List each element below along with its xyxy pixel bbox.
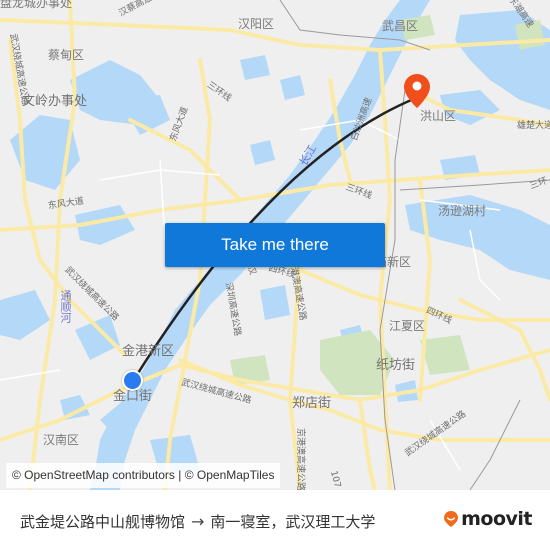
map-label-wuchang: 武昌区 xyxy=(382,19,419,33)
water-label-tongshun: 通顺河 xyxy=(59,290,72,323)
map-label-hanyang: 汉阳区 xyxy=(238,17,275,31)
road-label-xiongchu: 雄楚大道 xyxy=(517,121,550,131)
map-label-jinkou: 金口街 xyxy=(113,389,153,404)
destination-pin-icon[interactable] xyxy=(403,73,431,109)
map-label-jingang: 金港新区 xyxy=(122,344,175,359)
map-attribution[interactable]: © OpenStreetMap contributors | © OpenMap… xyxy=(6,463,281,488)
route-footer: 武金堤公路中山舰博物馆 → 南一寝室，武汉理工大学 moovit xyxy=(0,490,550,550)
map-label-caidian: 蔡甸区 xyxy=(48,48,85,62)
moovit-logo[interactable]: moovit xyxy=(443,508,532,530)
moovit-wordmark: moovit xyxy=(461,508,532,530)
moovit-pin-icon xyxy=(444,511,459,527)
map-label-jiangxia: 江夏区 xyxy=(389,319,426,333)
map-view[interactable]: 盘龙城办事处 蔡甸区 文岭办事处 汉阳区 武昌区 洪山区 金港新区 金口街 汉南… xyxy=(0,0,550,490)
map-label-hannan: 汉南区 xyxy=(43,433,80,447)
arrow-right-icon: → xyxy=(191,512,205,531)
take-me-there-button[interactable]: Take me there xyxy=(165,223,385,267)
map-label-tangxun: 汤逊湖村 xyxy=(438,204,487,218)
route-summary: 武金堤公路中山舰博物馆 → 南一寝室，武汉理工大学 xyxy=(20,511,375,532)
road-label-jinggang: 京港澳高速公路 xyxy=(295,427,306,490)
map-label-zhifang: 纸坊街 xyxy=(376,358,416,373)
origin-marker[interactable] xyxy=(122,370,143,391)
map-label-hongshan: 洪山区 xyxy=(420,109,457,123)
map-label-wenling: 文岭办事处 xyxy=(22,94,88,109)
destination-name: 南一寝室，武汉理工大学 xyxy=(210,513,376,531)
map-label-panlongcheng: 盘龙城办事处 xyxy=(0,0,73,10)
moovit-route-card: 盘龙城办事处 蔡甸区 文岭办事处 汉阳区 武昌区 洪山区 金港新区 金口街 汉南… xyxy=(0,0,550,550)
origin-name: 武金堤公路中山舰博物馆 xyxy=(20,513,186,531)
map-label-zhengdian: 郑店街 xyxy=(292,396,332,411)
